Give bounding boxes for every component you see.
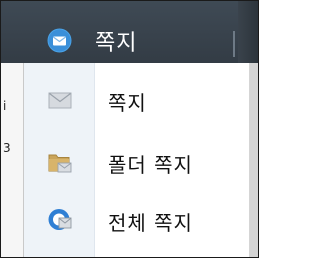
menu-item-label: 전체 쪽지 [108,211,193,235]
menu-item-all-messages[interactable]: 전체 쪽지 [24,193,249,247]
envelope-icon [48,92,72,109]
all-messages-icon [48,209,72,230]
menu-item-label: 쪽지 [108,91,147,115]
messages-dropdown-menu: 쪽지 폴더 쪽지 전체 쪽지 [23,63,250,257]
messages-menu-label: 쪽지 [95,31,138,56]
folder-envelope-icon [48,154,72,173]
menu-item-label: 폴더 쪽지 [108,153,193,177]
messages-dropdown-window: 쪽지 i 3 쪽지 폴더 쪽지 전체 쪽지 [0,0,259,258]
messages-menu-button[interactable]: 쪽지 [1,1,229,63]
background-page-edge: i 3 [1,63,23,257]
message-bubble-icon [47,28,72,53]
header-edge [238,1,258,63]
menu-item-folder-messages[interactable]: 폴더 쪽지 [24,135,249,189]
background-text-fragment: 3 [3,141,11,155]
header-bar: 쪽지 [1,1,258,63]
background-text-fragment: i [3,99,7,113]
header-separator [233,31,235,57]
background-page-edge-right [249,63,258,257]
menu-item-messages[interactable]: 쪽지 [24,73,249,127]
